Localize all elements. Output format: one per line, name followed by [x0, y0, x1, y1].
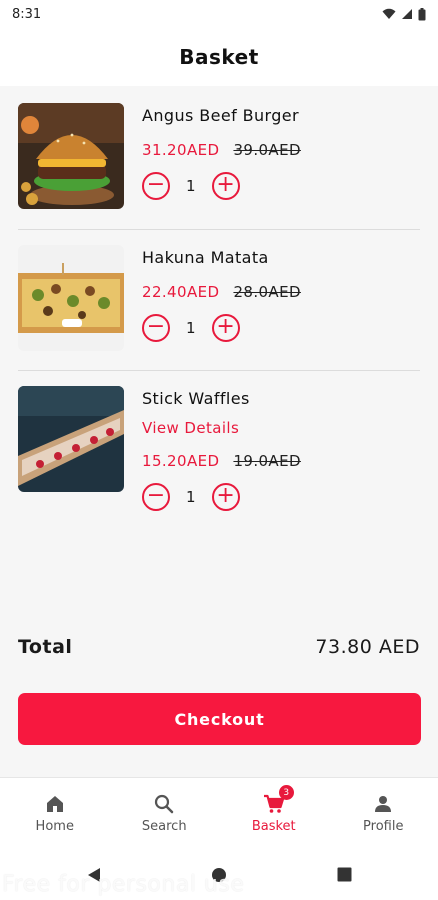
recents-icon[interactable]: [337, 867, 352, 882]
decrease-quantity-button[interactable]: −: [142, 483, 170, 511]
nav-label-search: Search: [141, 819, 187, 834]
nav-label-basket: Basket: [251, 819, 296, 834]
decrease-quantity-button[interactable]: −: [142, 314, 170, 342]
bottom-nav: Home Search 3 Basket Profile: [0, 777, 438, 849]
basket-items: Angus Beef Burger 31.20AED 39.0AED − 1 +: [0, 88, 438, 520]
item-prices: 15.20AED 19.0AED: [142, 452, 301, 470]
quantity-stepper: − 1 +: [142, 314, 240, 342]
item-image-hakuna-matata[interactable]: [18, 245, 124, 351]
quantity-value: 1: [186, 177, 196, 195]
item-prices: 31.20AED 39.0AED: [142, 141, 301, 159]
signal-icon: [402, 9, 412, 19]
decrease-quantity-button[interactable]: −: [142, 172, 170, 200]
item-image-stick-waffles[interactable]: [18, 386, 124, 492]
status-time: 8:31: [12, 6, 42, 22]
cart-icon: 3: [263, 785, 294, 815]
basket-item: Stick Waffles View Details 15.20AED 19.0…: [18, 370, 420, 520]
nav-item-home[interactable]: Home: [0, 778, 110, 849]
quantity-stepper: − 1 +: [142, 172, 240, 200]
quantity-value: 1: [186, 488, 196, 506]
nav-item-search[interactable]: Search: [110, 778, 220, 849]
basket-item: Angus Beef Burger 31.20AED 39.0AED − 1 +: [18, 88, 420, 229]
increase-quantity-button[interactable]: +: [211, 172, 240, 200]
increase-quantity-button[interactable]: +: [211, 314, 240, 342]
nav-label-profile: Profile: [363, 819, 404, 834]
increase-quantity-button[interactable]: +: [211, 483, 240, 511]
item-old-price: 28.0AED: [233, 283, 301, 301]
plus-icon: +: [216, 314, 235, 339]
item-price: 22.40AED: [142, 283, 220, 301]
status-bar: 8:31: [0, 0, 438, 28]
basket-item: Hakuna Matata 22.40AED 28.0AED − 1 +: [18, 229, 420, 370]
cart-badge: 3: [278, 785, 294, 800]
item-old-price: 19.0AED: [233, 452, 301, 470]
home-icon: [46, 796, 63, 812]
minus-icon: −: [146, 172, 166, 197]
quantity-stepper: − 1 +: [142, 483, 240, 511]
status-icons: [382, 7, 426, 21]
item-price: 31.20AED: [142, 141, 220, 159]
item-old-price: 39.0AED: [233, 141, 301, 159]
nav-item-profile[interactable]: Profile: [329, 778, 438, 849]
item-name: Stick Waffles: [142, 389, 250, 408]
wifi-icon: [382, 8, 396, 19]
profile-icon: [375, 796, 392, 812]
item-price: 15.20AED: [142, 452, 220, 470]
page-title: Basket: [179, 45, 259, 69]
nav-label-home: Home: [35, 819, 74, 834]
item-prices: 22.40AED 28.0AED: [142, 283, 301, 301]
minus-icon: −: [146, 314, 166, 339]
battery-icon: [418, 7, 426, 20]
item-name: Hakuna Matata: [142, 248, 269, 267]
watermark: Free for personal use: [2, 872, 245, 897]
minus-icon: −: [146, 483, 166, 508]
item-image-burger[interactable]: [18, 103, 124, 209]
total-value: 73.80 AED: [315, 636, 420, 658]
item-name: Angus Beef Burger: [142, 106, 299, 125]
nav-item-basket[interactable]: 3 Basket: [219, 778, 329, 849]
quantity-value: 1: [186, 319, 196, 337]
total-row: Total 73.80 AED: [18, 636, 420, 658]
total-label: Total: [18, 636, 73, 658]
search-icon: [155, 794, 174, 814]
checkout-button[interactable]: Checkout: [18, 693, 421, 745]
plus-icon: +: [216, 483, 235, 508]
view-details-link[interactable]: View Details: [142, 419, 239, 437]
header: Basket: [0, 28, 438, 86]
plus-icon: +: [216, 172, 235, 197]
